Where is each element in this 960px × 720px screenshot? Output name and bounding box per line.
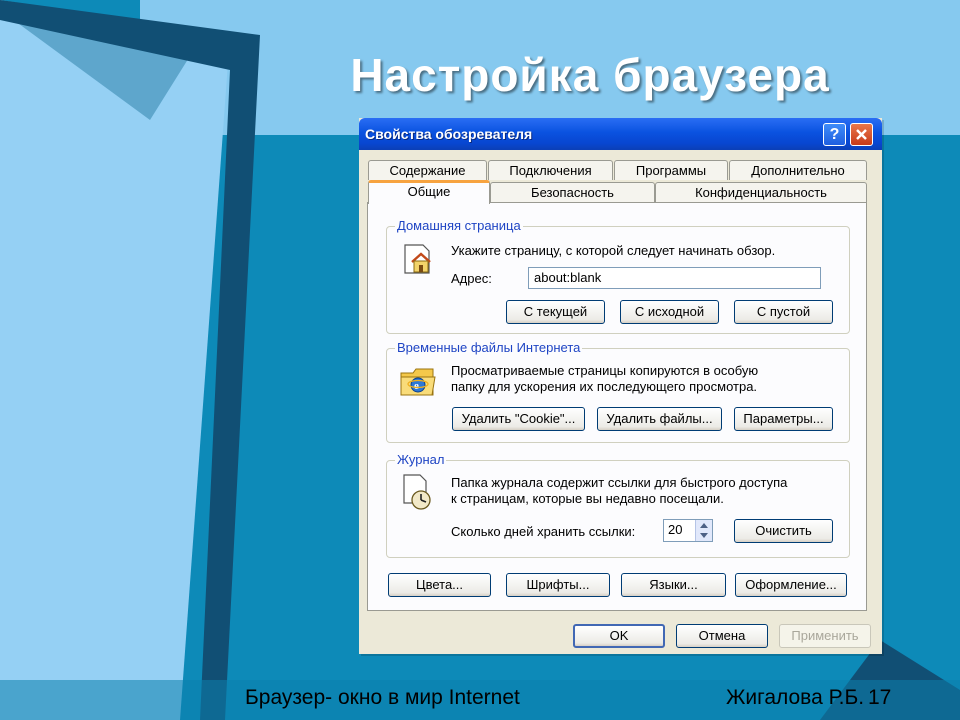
help-button[interactable]: ?: [823, 123, 846, 146]
slide-number: 17: [868, 686, 892, 709]
temp-files-group-title: Временные файлы Интернета: [395, 340, 583, 355]
house-page-icon: [404, 244, 431, 274]
tab-privacy[interactable]: Конфиденциальность: [655, 182, 867, 202]
home-page-group: Домашняя страница Укажите страницу, с ко…: [386, 218, 850, 334]
dialog-title: Свойства обозревателя: [365, 126, 533, 142]
colors-button[interactable]: Цвета...: [388, 573, 491, 597]
footer-author: Жигалова Р.Б.: [726, 686, 865, 709]
close-icon: [856, 129, 867, 140]
tab-general[interactable]: Общие: [368, 180, 490, 204]
history-group-title: Журнал: [395, 452, 447, 467]
internet-options-dialog: Свойства обозревателя ? Содержание Подкл…: [359, 118, 882, 654]
cancel-button[interactable]: Отмена: [676, 624, 768, 648]
clear-history-button[interactable]: Очистить: [734, 519, 833, 543]
delete-files-button[interactable]: Удалить файлы...: [597, 407, 722, 431]
address-input[interactable]: about:blank: [528, 267, 821, 289]
ie-folder-icon: e: [400, 368, 436, 396]
tab-advanced[interactable]: Дополнительно: [729, 160, 867, 180]
general-tab-panel: Домашняя страница Укажите страницу, с ко…: [367, 202, 867, 611]
home-page-description: Укажите страницу, с которой следует начи…: [451, 243, 776, 258]
history-days-label: Сколько дней хранить ссылки:: [451, 524, 636, 539]
use-default-button[interactable]: С исходной: [620, 300, 719, 324]
ok-button[interactable]: OK: [573, 624, 665, 648]
tab-programs[interactable]: Программы: [614, 160, 728, 180]
history-description-2: к страницам, которые вы недавно посещали…: [451, 491, 724, 506]
use-current-button[interactable]: С текущей: [506, 300, 605, 324]
use-blank-button[interactable]: С пустой: [734, 300, 833, 324]
delete-cookies-button[interactable]: Удалить "Cookie"...: [452, 407, 585, 431]
footer-caption: Браузер- окно в мир Internet: [245, 686, 520, 709]
history-days-spinner[interactable]: [695, 520, 712, 541]
apply-button[interactable]: Применить: [779, 624, 871, 648]
tab-security[interactable]: Безопасность: [490, 182, 655, 202]
history-days-value: 20: [668, 522, 683, 537]
temp-settings-button[interactable]: Параметры...: [734, 407, 833, 431]
home-page-group-title: Домашняя страница: [395, 218, 523, 233]
close-button[interactable]: [850, 123, 873, 146]
languages-button[interactable]: Языки...: [621, 573, 726, 597]
temp-files-description-1: Просматриваемые страницы копируются в ос…: [451, 363, 759, 378]
history-description-1: Папка журнала содержит ссылки для быстро…: [451, 475, 788, 490]
history-days-input[interactable]: 20: [663, 519, 713, 542]
svg-text:e: e: [414, 380, 419, 392]
spinner-arrows-icon: [700, 523, 708, 538]
slide-title: Настройка браузера: [350, 49, 830, 101]
history-group: Журнал Папка журнала содержит ссылки для…: [386, 452, 850, 558]
dialog-titlebar[interactable]: Свойства обозревателя ?: [359, 118, 882, 150]
accessibility-button[interactable]: Оформление...: [735, 573, 847, 597]
clock-page-icon: [403, 474, 431, 510]
temp-files-description-2: папку для ускорения их последующего прос…: [451, 379, 758, 394]
tab-content[interactable]: Содержание: [368, 160, 487, 180]
address-label: Адрес:: [451, 271, 492, 286]
temp-files-group: Временные файлы Интернета e Просматривае…: [386, 340, 850, 443]
fonts-button[interactable]: Шрифты...: [506, 573, 610, 597]
tab-connections[interactable]: Подключения: [488, 160, 613, 180]
